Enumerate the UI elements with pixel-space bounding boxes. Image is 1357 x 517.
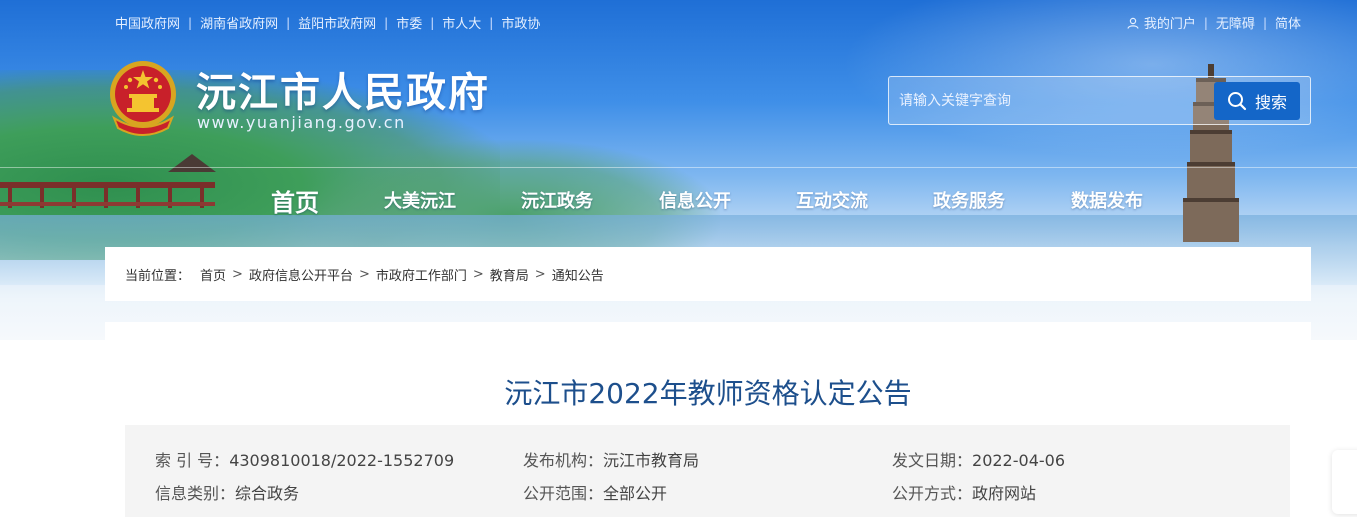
meta-index: 索 引 号：4309810018/2022-1552709	[155, 447, 454, 471]
nav-government-services[interactable]: 政务服务	[933, 168, 1005, 232]
site-title[interactable]: 沅江市人民政府	[196, 60, 490, 118]
my-portal-label: 我的门户	[1143, 17, 1196, 32]
breadcrumb-separator: >	[472, 266, 484, 282]
breadcrumb-departments[interactable]: 市政府工作部门	[376, 265, 467, 284]
nav-home[interactable]: 首页	[271, 168, 319, 232]
divider: |	[1203, 15, 1208, 30]
divider: |	[384, 15, 389, 30]
nav-data-release[interactable]: 数据发布	[1071, 168, 1143, 232]
breadcrumb-separator: >	[232, 266, 243, 282]
toplink-npc[interactable]: 市人大	[442, 13, 481, 32]
divider: |	[489, 15, 494, 30]
meta-index-value: 4309810018/2022-1552709	[229, 451, 455, 470]
user-links: 我的门户 | 无障碍 | 简体	[1127, 13, 1301, 32]
meta-index-key: 索 引 号：	[155, 451, 230, 470]
breadcrumb-notices[interactable]: 通知公告	[552, 265, 604, 284]
breadcrumb-separator: >	[534, 266, 546, 282]
meta-scope-value: 全部公开	[603, 484, 668, 503]
nav-beautiful-yuanjiang[interactable]: 大美沅江	[384, 168, 456, 232]
breadcrumb-separator: >	[358, 266, 370, 282]
meta-date-key: 发文日期：	[892, 451, 973, 470]
meta-scope: 公开范围：全部公开	[523, 480, 667, 504]
divider: |	[1262, 15, 1267, 30]
side-float-widget[interactable]	[1332, 450, 1357, 514]
simplified-chinese-link[interactable]: 简体	[1275, 13, 1301, 32]
breadcrumb-info-platform[interactable]: 政府信息公开平台	[249, 265, 353, 284]
toplink-cppcc[interactable]: 市政协	[501, 13, 540, 32]
toplink-gov-cn[interactable]: 中国政府网	[115, 13, 180, 32]
breadcrumb: 当前位置： 首页 > 政府信息公开平台 > 市政府工作部门 > 教育局 > 通知…	[105, 247, 1311, 301]
divider: |	[430, 15, 435, 30]
search-box: 搜索	[888, 76, 1311, 125]
meta-category: 信息类别：综合政务	[155, 480, 299, 504]
toplink-hunan[interactable]: 湖南省政府网	[200, 13, 278, 32]
meta-publisher-value: 沅江市教育局	[603, 451, 700, 470]
site-url: www.yuanjiang.gov.cn	[197, 113, 406, 132]
article-title: 沅江市2022年教师资格认定公告	[504, 377, 912, 410]
meta-method-value: 政府网站	[972, 484, 1037, 503]
my-portal-link[interactable]: 我的门户	[1127, 13, 1196, 32]
meta-method: 公开方式：政府网站	[892, 480, 1036, 504]
search-button[interactable]: 搜索	[1214, 82, 1300, 120]
meta-date-value: 2022-04-06	[972, 451, 1065, 470]
meta-category-key: 信息类别：	[155, 484, 236, 503]
national-emblem-icon	[110, 61, 176, 136]
meta-publisher: 发布机构：沅江市教育局	[523, 447, 699, 471]
search-button-label: 搜索	[1254, 93, 1287, 112]
breadcrumb-label: 当前位置：	[125, 268, 191, 284]
nav-interaction[interactable]: 互动交流	[796, 168, 868, 232]
meta-date: 发文日期：2022-04-06	[892, 447, 1065, 471]
main-nav: 首页 大美沅江 沅江政务 信息公开 互动交流 政务服务 数据发布	[0, 168, 1357, 232]
top-links: 中国政府网 | 湖南省政府网 | 益阳市政府网 | 市委 | 市人大 | 市政协	[115, 13, 540, 33]
toplink-yiyang[interactable]: 益阳市政府网	[298, 13, 376, 32]
meta-publisher-key: 发布机构：	[523, 451, 604, 470]
divider: |	[286, 15, 291, 30]
article-meta: 索 引 号：4309810018/2022-1552709 发布机构：沅江市教育…	[125, 425, 1290, 517]
search-icon	[1227, 92, 1247, 111]
nav-government-affairs[interactable]: 沅江政务	[521, 168, 593, 232]
accessibility-link[interactable]: 无障碍	[1216, 13, 1255, 32]
article-panel: 沅江市2022年教师资格认定公告 索 引 号：4309810018/2022-1…	[105, 322, 1311, 517]
toplink-party-committee[interactable]: 市委	[396, 13, 422, 32]
search-input[interactable]	[899, 89, 1199, 113]
breadcrumb-home[interactable]: 首页	[200, 265, 226, 284]
nav-information-disclosure[interactable]: 信息公开	[659, 168, 731, 232]
divider: |	[188, 15, 193, 30]
user-icon	[1127, 17, 1139, 29]
meta-category-value: 综合政务	[235, 484, 300, 503]
breadcrumb-education-bureau[interactable]: 教育局	[490, 265, 529, 284]
meta-scope-key: 公开范围：	[523, 484, 604, 503]
meta-method-key: 公开方式：	[892, 484, 973, 503]
